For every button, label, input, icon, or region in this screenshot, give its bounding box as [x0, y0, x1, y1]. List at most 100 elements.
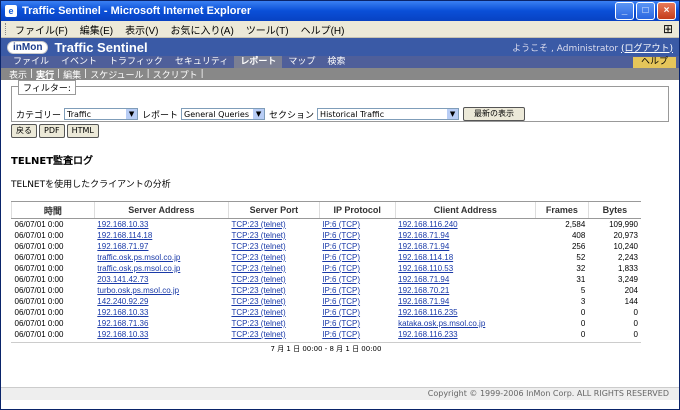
cell-ip-protocol[interactable]: IP:6 (TCP) [319, 263, 395, 274]
cell-ip-protocol[interactable]: IP:6 (TCP) [319, 219, 395, 231]
welcome-user: ようこそ , Administrator [512, 43, 619, 54]
subnav-script[interactable]: スクリプト [153, 68, 198, 81]
help-button[interactable]: ヘルプ [632, 56, 676, 68]
refresh-button[interactable]: 最新の表示 [463, 107, 526, 121]
tab-event[interactable]: イベント [55, 56, 103, 68]
tab-report[interactable]: レポート [234, 56, 283, 68]
cell-server-address[interactable]: 203.141.42.73 [94, 274, 228, 285]
subnav-run[interactable]: 実行 [36, 68, 54, 81]
menu-file[interactable]: ファイル(F) [15, 22, 68, 37]
tab-file[interactable]: ファイル [7, 56, 55, 68]
table-row: 06/07/01 0:00 142.240.92.29 TCP:23 (telnet… [12, 296, 642, 307]
toolbar-grip[interactable] [5, 23, 9, 35]
cell-client-address[interactable]: 192.168.70.21 [395, 285, 535, 296]
cell-ip-protocol[interactable]: IP:6 (TCP) [319, 241, 395, 252]
cell-server-port[interactable]: TCP:23 (telnet) [228, 219, 319, 231]
cell-server-port[interactable]: TCP:23 (telnet) [228, 285, 319, 296]
menu-tools[interactable]: ツール(T) [246, 22, 289, 37]
category-select[interactable]: Traffic ▼ [64, 108, 139, 120]
cell-client-address[interactable]: 192.168.110.53 [395, 263, 535, 274]
cell-client-address[interactable]: 192.168.71.94 [395, 230, 535, 241]
chevron-down-icon: ▼ [447, 109, 459, 119]
cell-server-address[interactable]: 192.168.10.33 [94, 329, 228, 340]
cell-frames: 32 [576, 264, 586, 273]
menu-favorites[interactable]: お気に入り(A) [170, 22, 233, 37]
tab-map[interactable]: マップ [282, 56, 321, 68]
maximize-button[interactable]: □ [636, 2, 655, 20]
cell-client-address[interactable]: 192.168.71.94 [395, 296, 535, 307]
pdf-button[interactable]: PDF [39, 124, 65, 138]
category-label: カテゴリー [16, 110, 62, 121]
cell-server-address[interactable]: 192.168.71.36 [94, 318, 228, 329]
telnet-log-table: 時間 Server Address Server Port IP Protoco… [11, 201, 641, 340]
report-title: TELNET監査ログ [11, 156, 94, 167]
cell-server-port[interactable]: TCP:23 (telnet) [228, 318, 319, 329]
html-button[interactable]: HTML [66, 124, 99, 138]
cell-time: 06/07/01 0:00 [14, 231, 64, 240]
cell-server-port[interactable]: TCP:23 (telnet) [228, 263, 319, 274]
cell-client-address[interactable]: 192.168.116.240 [395, 219, 535, 231]
back-button[interactable]: 戻る [11, 124, 37, 138]
cell-server-address[interactable]: turbo.osk.ps.msol.co.jp [94, 285, 228, 296]
tab-search[interactable]: 検索 [321, 56, 351, 68]
tab-security[interactable]: セキュリティ [169, 56, 234, 68]
cell-server-port[interactable]: TCP:23 (telnet) [228, 252, 319, 263]
cell-client-address[interactable]: 192.168.116.233 [395, 329, 535, 340]
cell-ip-protocol[interactable]: IP:6 (TCP) [319, 285, 395, 296]
cell-ip-protocol[interactable]: IP:6 (TCP) [319, 230, 395, 241]
cell-ip-protocol[interactable]: IP:6 (TCP) [319, 318, 395, 329]
cell-ip-protocol[interactable]: IP:6 (TCP) [319, 252, 395, 263]
menu-view[interactable]: 表示(V) [125, 22, 158, 37]
cell-ip-protocol[interactable]: IP:6 (TCP) [319, 307, 395, 318]
cell-server-port[interactable]: TCP:23 (telnet) [228, 296, 319, 307]
subnav-edit[interactable]: 編集 [63, 68, 81, 81]
cell-frames: 256 [571, 242, 586, 251]
minimize-button[interactable]: _ [615, 2, 634, 20]
cell-bytes: 20,973 [613, 231, 638, 240]
cell-server-address[interactable]: traffic.osk.ps.msol.co.jp [94, 263, 228, 274]
cell-server-address[interactable]: 192.168.114.18 [94, 230, 228, 241]
cell-server-port[interactable]: TCP:23 (telnet) [228, 274, 319, 285]
cell-time: 06/07/01 0:00 [14, 275, 64, 284]
menu-help[interactable]: ヘルプ(H) [301, 22, 345, 37]
cell-server-address[interactable]: traffic.osk.ps.msol.co.jp [94, 252, 228, 263]
cell-bytes: 0 [633, 330, 638, 339]
app-name: Traffic Sentinel [54, 39, 148, 55]
cell-client-address[interactable]: 192.168.116.235 [395, 307, 535, 318]
cell-server-address[interactable]: 192.168.10.33 [94, 219, 228, 231]
subnav-schedule[interactable]: スケジュール [90, 68, 143, 81]
report-select[interactable]: General Queries ▼ [181, 108, 266, 120]
close-button[interactable]: × [657, 2, 676, 20]
cell-server-port[interactable]: TCP:23 (telnet) [228, 230, 319, 241]
col-server-address[interactable]: Server Address [93, 201, 229, 219]
cell-server-port[interactable]: TCP:23 (telnet) [228, 241, 319, 252]
cell-client-address[interactable]: kataka.osk.ps.msol.co.jp [395, 318, 535, 329]
cell-client-address[interactable]: 192.168.114.18 [395, 252, 535, 263]
menu-edit[interactable]: 編集(E) [80, 22, 113, 37]
col-ip-protocol[interactable]: IP Protocol [318, 201, 396, 219]
tab-traffic[interactable]: トラフィック [103, 56, 169, 68]
section-select[interactable]: Historical Traffic ▼ [317, 108, 460, 120]
inmon-logo: inMon [7, 40, 49, 54]
cell-client-address[interactable]: 192.168.71.94 [395, 241, 535, 252]
cell-ip-protocol[interactable]: IP:6 (TCP) [319, 274, 395, 285]
col-server-port[interactable]: Server Port [227, 201, 320, 219]
main-nav: ファイル イベント トラフィック セキュリティ レポート マップ 検索 ヘルプ [1, 56, 679, 68]
col-time[interactable]: 時間 [11, 201, 95, 219]
cell-frames: 3 [580, 297, 586, 306]
cell-server-address[interactable]: 142.240.92.29 [94, 296, 228, 307]
cell-server-address[interactable]: 192.168.10.33 [94, 307, 228, 318]
col-client-address[interactable]: Client Address [394, 201, 536, 219]
cell-ip-protocol[interactable]: IP:6 (TCP) [319, 296, 395, 307]
browser-window: e Traffic Sentinel - Microsoft Internet … [0, 0, 680, 410]
col-frames[interactable]: Frames [535, 201, 589, 219]
cell-server-address[interactable]: 192.168.71.97 [94, 241, 228, 252]
cell-client-address[interactable]: 192.168.71.94 [395, 274, 535, 285]
subnav-view[interactable]: 表示 [9, 68, 27, 81]
cell-server-port[interactable]: TCP:23 (telnet) [228, 329, 319, 340]
cell-server-port[interactable]: TCP:23 (telnet) [228, 307, 319, 318]
cell-ip-protocol[interactable]: IP:6 (TCP) [319, 329, 395, 340]
logout-link[interactable]: (ログアウト) [621, 44, 673, 54]
col-bytes[interactable]: Bytes [587, 201, 641, 219]
report-description: TELNETを使用したクライアントの分析 [11, 180, 171, 190]
